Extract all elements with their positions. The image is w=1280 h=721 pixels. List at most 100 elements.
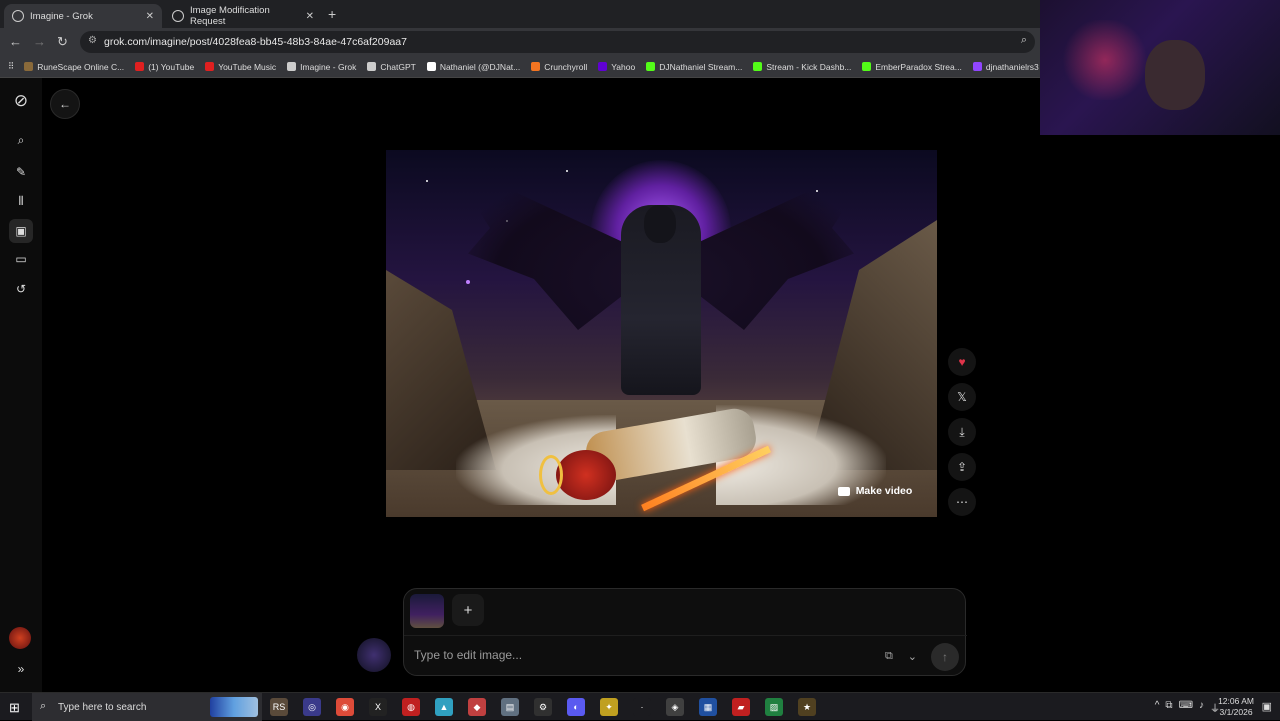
bookmark-item[interactable]: RuneScape Online C... bbox=[24, 62, 124, 72]
taskbar-app-icon[interactable]: ◆ bbox=[468, 698, 486, 716]
make-video-button[interactable]: Make video bbox=[830, 480, 920, 502]
voice-icon[interactable]: ⫴ bbox=[12, 192, 30, 210]
tray-icon[interactable]: ♪ bbox=[1199, 700, 1204, 715]
reload-icon[interactable]: ↻ bbox=[57, 34, 68, 50]
notifications-icon[interactable]: ▣ bbox=[1262, 700, 1272, 713]
bookmark-item[interactable]: Crunchyroll bbox=[531, 62, 587, 72]
image-red-hair bbox=[556, 450, 616, 500]
bookmark-favicon-icon bbox=[426, 62, 436, 71]
taskbar-search-box[interactable]: ⌕ Type here to search bbox=[32, 693, 262, 721]
taskbar-app-icon[interactable]: RS bbox=[270, 698, 288, 716]
add-attachment-button[interactable]: + bbox=[452, 594, 484, 626]
bookmark-favicon-icon bbox=[24, 62, 34, 71]
taskbar-app-icon[interactable]: ◐ bbox=[567, 698, 585, 716]
more-button[interactable]: ⋯ bbox=[948, 488, 976, 516]
taskbar-app-icon[interactable]: X bbox=[369, 698, 387, 716]
clock-time: 12:06 AM bbox=[1218, 696, 1254, 706]
bookmark-label: (1) YouTube bbox=[148, 61, 195, 72]
tab-imagine-grok[interactable]: Imagine - Grok ✕ bbox=[4, 4, 162, 28]
close-tab-icon[interactable]: ✕ bbox=[306, 11, 314, 22]
taskbar-app-icon[interactable]: ▨ bbox=[765, 698, 783, 716]
tray-icon[interactable]: ⧉ bbox=[1165, 700, 1172, 715]
system-tray: ^ ⧉ ⌨ ♪ ⏚ bbox=[1155, 700, 1220, 715]
taskbar-app-icon[interactable]: ▤ bbox=[501, 698, 519, 716]
taskbar-app-icon[interactable]: · bbox=[633, 698, 651, 716]
bookmark-label: Imagine - Grok bbox=[300, 61, 357, 72]
url-field[interactable]: ⚙ grok.com/imagine/post/4028fea8-bb45-48… bbox=[80, 31, 1035, 53]
search-icon[interactable]: ⌕ bbox=[12, 131, 30, 149]
mode-select-button[interactable]: ⧉ ⌄ bbox=[879, 645, 923, 667]
webcam-overlay bbox=[1040, 0, 1280, 135]
bookmark-favicon-icon bbox=[205, 62, 215, 71]
expand-sidebar-icon[interactable]: » bbox=[12, 660, 30, 678]
bookmark-item[interactable]: DJNathaniel Stream... bbox=[646, 62, 742, 72]
bookmark-item[interactable]: Yahoo bbox=[598, 62, 635, 72]
taskbar-app-icon[interactable]: ✦ bbox=[600, 698, 618, 716]
bookmark-label: YouTube Music bbox=[218, 61, 277, 72]
grok-logo-icon[interactable]: ⊘ bbox=[12, 91, 30, 110]
apps-grid-icon[interactable]: ⠿ bbox=[8, 61, 14, 72]
like-button[interactable]: ♥ bbox=[948, 348, 976, 376]
more-options-icon: ⋯ bbox=[956, 495, 968, 509]
new-tab-button[interactable]: + bbox=[328, 6, 336, 22]
tray-icon[interactable]: ^ bbox=[1155, 700, 1160, 715]
tray-icon[interactable]: ⌨ bbox=[1179, 700, 1193, 715]
generated-image bbox=[386, 150, 937, 517]
bookmark-item[interactable]: djnathanielrs3 - Twit... bbox=[972, 61, 1040, 72]
send-button[interactable]: ↑ bbox=[931, 643, 959, 671]
forward-nav-icon[interactable]: → bbox=[33, 34, 46, 49]
taskbar-app-icon[interactable]: ▦ bbox=[699, 698, 717, 716]
download-icon: ⤓ bbox=[959, 424, 965, 439]
back-button[interactable]: ← bbox=[50, 89, 80, 119]
taskbar-app-icon[interactable]: ◎ bbox=[303, 698, 321, 716]
address-toolbar: ← → ↻ ⚙ grok.com/imagine/post/4028fea8-b… bbox=[0, 28, 1040, 56]
bookmark-label: Nathaniel (@DJNat... bbox=[439, 61, 521, 72]
grok-favicon-icon bbox=[12, 10, 24, 22]
user-avatar[interactable] bbox=[357, 638, 391, 672]
bookmark-item[interactable]: ChatGPT bbox=[367, 62, 416, 72]
edit-icon[interactable]: ✎ bbox=[12, 163, 30, 181]
taskbar-app-icon[interactable]: ⚙ bbox=[534, 698, 552, 716]
taskbar-app-icon[interactable]: ▰ bbox=[732, 698, 750, 716]
taskbar-app-icon[interactable]: ◍ bbox=[402, 698, 420, 716]
taskbar-app-icon[interactable]: ▲ bbox=[435, 698, 453, 716]
imagine-icon[interactable]: ▣ bbox=[9, 219, 33, 243]
taskbar-clock[interactable]: 12:06 AM 3/1/2026 bbox=[1218, 696, 1254, 718]
bookmark-item[interactable]: EmberParadox Strea... bbox=[862, 62, 962, 72]
taskbar-app-icon[interactable]: ★ bbox=[798, 698, 816, 716]
taskbar-app-icon[interactable]: ◈ bbox=[666, 698, 684, 716]
bookmark-item[interactable]: Nathaniel (@DJNat... bbox=[426, 61, 521, 72]
composer-divider bbox=[404, 635, 967, 636]
attached-image-thumbnail[interactable] bbox=[410, 594, 444, 628]
bookmark-item[interactable]: (1) YouTube bbox=[135, 62, 194, 72]
tab-image-modification-request[interactable]: Image Modification Request ✕ bbox=[164, 4, 322, 28]
bookmark-favicon-icon bbox=[972, 62, 982, 71]
share-x-button[interactable]: 𝕏 bbox=[948, 383, 976, 411]
bookmarks-bar: ⠿ RuneScape Online C... (1) YouTube YouTub… bbox=[0, 56, 1040, 78]
share-button[interactable]: ⇪ bbox=[948, 453, 976, 481]
chatgpt-favicon-icon bbox=[172, 10, 184, 22]
bookmark-item[interactable]: Imagine - Grok bbox=[287, 62, 356, 72]
site-info-icon[interactable]: ⚙ bbox=[88, 35, 97, 46]
image-halo bbox=[539, 455, 563, 495]
download-button[interactable]: ⤓ bbox=[948, 418, 976, 446]
back-nav-icon[interactable]: ← bbox=[9, 34, 22, 49]
history-icon[interactable]: ↺ bbox=[12, 280, 30, 298]
share-icon: ⇪ bbox=[956, 460, 968, 474]
url-text: grok.com/imagine/post/4028fea8-bb45-48b3… bbox=[104, 36, 407, 48]
profile-avatar[interactable] bbox=[9, 627, 31, 649]
taskbar-app-icon[interactable]: ◉ bbox=[336, 698, 354, 716]
close-tab-icon[interactable]: ✕ bbox=[146, 11, 154, 22]
bookmark-item[interactable]: YouTube Music bbox=[205, 62, 276, 72]
bookmark-label: djnathanielrs3 - Twit... bbox=[985, 61, 1040, 72]
taskbar-search-placeholder: Type here to search bbox=[58, 701, 147, 713]
make-video-label: Make video bbox=[855, 485, 913, 497]
clock-date: 3/1/2026 bbox=[1219, 707, 1253, 717]
edit-prompt-input[interactable] bbox=[414, 643, 854, 667]
bookmark-favicon-icon bbox=[862, 62, 872, 71]
chevron-down-icon: ⌄ bbox=[907, 650, 917, 663]
bookmark-item[interactable]: Stream - Kick Dashb... bbox=[753, 62, 851, 72]
zoom-icon[interactable]: ⌕ bbox=[1021, 34, 1027, 47]
folder-icon[interactable]: ▭ bbox=[12, 250, 30, 268]
windows-start-icon[interactable]: ⊞ bbox=[9, 700, 20, 716]
